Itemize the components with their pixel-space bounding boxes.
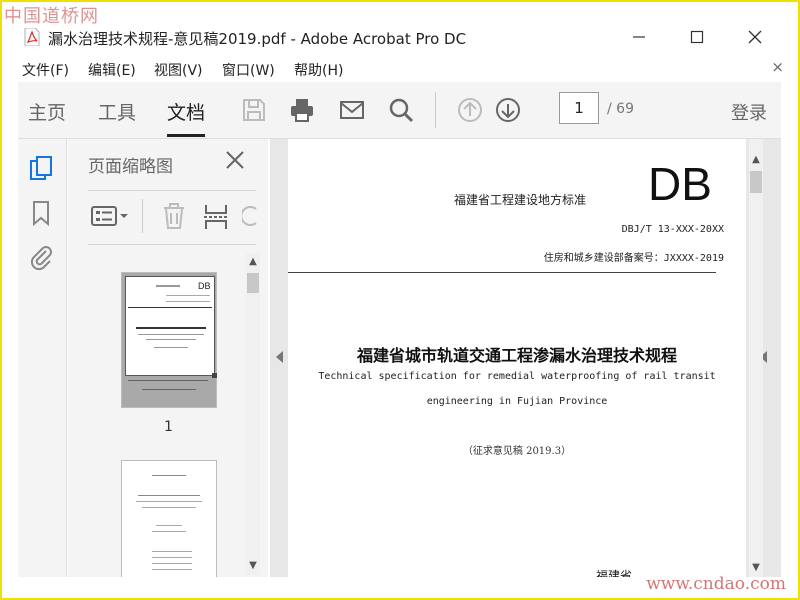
db-mark: DB xyxy=(648,158,712,210)
minimize-icon xyxy=(633,36,645,38)
thumbnail-scrollbar[interactable]: ▲ ▼ xyxy=(246,253,260,575)
document-title: 福建省城市轨道交通工程渗漏水治理技术规程 xyxy=(356,346,677,365)
rotate-icon[interactable] xyxy=(242,201,260,231)
search-icon[interactable] xyxy=(387,96,415,124)
watermark-top: 中国道桥网 xyxy=(4,6,99,27)
scroll-down-arrow[interactable]: ▼ xyxy=(749,561,763,575)
tab-document[interactable]: 文档 xyxy=(167,98,206,137)
title-bar: 漏水治理技术规程-意见稿2019.pdf - Adobe Acrobat Pro… xyxy=(2,2,798,58)
panel-divider xyxy=(88,244,256,245)
tab-home[interactable]: 主页 xyxy=(28,98,66,125)
menu-bar: 文件(F) 编辑(E) 视图(V) 窗口(W) 帮助(H) × xyxy=(2,58,798,82)
page-thumbnails-icon[interactable] xyxy=(28,155,54,183)
next-page-icon[interactable] xyxy=(494,96,522,124)
scrollbar-thumb[interactable] xyxy=(750,171,762,193)
page-bottom-fragment: 福建省 xyxy=(596,569,633,577)
menu-window[interactable]: 窗口(W) xyxy=(222,60,275,80)
menu-file[interactable]: 文件(F) xyxy=(22,60,69,80)
tab-tools[interactable]: 工具 xyxy=(98,98,136,125)
thumb-line xyxy=(154,347,188,348)
scrollbar-thumb[interactable] xyxy=(247,273,259,293)
draft-note: （征求意见稿 2019.3） xyxy=(462,446,572,457)
thumb-line xyxy=(128,380,208,381)
close-icon xyxy=(748,30,762,44)
thumb-line xyxy=(142,507,196,508)
page-number-input[interactable]: 1 xyxy=(559,92,599,124)
thumb-db-mark: DB xyxy=(198,281,211,291)
thumb-line xyxy=(142,389,196,390)
thumb-line xyxy=(156,285,180,287)
pdf-file-icon xyxy=(24,28,40,46)
menu-view[interactable]: 视图(V) xyxy=(154,60,203,80)
thumb-line xyxy=(166,301,210,302)
delete-icon[interactable] xyxy=(160,201,188,231)
thumb-resize-handle xyxy=(212,373,217,378)
navigation-rail xyxy=(18,139,67,577)
thumbnail-list: DB 1 xyxy=(68,247,268,577)
english-title-line-1: Technical specification for remedial wat… xyxy=(318,371,716,382)
panel-divider xyxy=(88,190,256,191)
collapse-left-pane-icon[interactable] xyxy=(276,351,283,363)
header-rule xyxy=(288,272,716,273)
scroll-down-arrow[interactable]: ▼ xyxy=(246,559,260,573)
thumb-line xyxy=(156,525,182,526)
thumb-line xyxy=(166,295,210,296)
watermark-bottom: www.cndao.com xyxy=(646,574,786,594)
toolbar-separator xyxy=(435,92,436,128)
page-thumbnail-2[interactable] xyxy=(122,461,216,577)
maximize-button[interactable] xyxy=(682,24,712,50)
window-title: 漏水治理技术规程-意见稿2019.pdf - Adobe Acrobat Pro… xyxy=(48,30,467,48)
thumbnails-panel: 页面缩略图 DB 1 ▲ ▼ xyxy=(68,139,268,577)
thumbnail-page-preview: DB xyxy=(125,276,217,378)
thumb-line xyxy=(152,551,192,552)
page-thumbnail-1[interactable]: DB xyxy=(122,273,217,407)
panel-tool-separator xyxy=(142,199,143,233)
print-icon[interactable] xyxy=(288,96,316,124)
record-number: 住房和城乡建设部备案号：JXXXX-2019 xyxy=(543,253,724,264)
thumb-line xyxy=(152,557,192,558)
scroll-up-arrow[interactable]: ▲ xyxy=(246,255,260,269)
thumb-line xyxy=(152,475,186,476)
toolbar: 主页 工具 文档 1 / 69 登录 xyxy=(18,82,781,139)
bookmark-icon[interactable] xyxy=(28,199,54,227)
thumbnail-page-number: 1 xyxy=(164,419,173,435)
document-scrollbar[interactable]: ▲ ▼ xyxy=(749,139,763,577)
document-viewer: 福建省工程建设地方标准 DB DBJ/T 13-XXX-20XX 住房和城乡建设… xyxy=(270,139,781,577)
standard-type: 福建省工程建设地方标准 xyxy=(454,193,587,207)
menu-edit[interactable]: 编辑(E) xyxy=(88,60,136,80)
minimize-button[interactable] xyxy=(624,24,654,50)
attachment-icon[interactable] xyxy=(28,243,54,271)
maximize-icon xyxy=(690,30,704,44)
pdf-page: 福建省工程建设地方标准 DB DBJ/T 13-XXX-20XX 住房和城乡建设… xyxy=(288,139,746,577)
standard-code: DBJ/T 13-XXX-20XX xyxy=(621,224,724,235)
thumbnail-options-icon[interactable] xyxy=(90,201,130,231)
thumb-line xyxy=(152,531,186,532)
scroll-up-arrow[interactable]: ▲ xyxy=(749,153,763,167)
email-icon[interactable] xyxy=(338,96,366,124)
thumb-line xyxy=(138,495,200,496)
close-icon[interactable] xyxy=(224,149,246,171)
thumb-line xyxy=(146,339,196,340)
page-total: / 69 xyxy=(607,101,634,117)
thumb-line xyxy=(136,501,202,502)
save-icon[interactable] xyxy=(240,96,268,124)
thumb-line xyxy=(152,563,192,564)
thumb-line xyxy=(136,327,206,329)
thumb-line xyxy=(152,569,192,570)
menu-help[interactable]: 帮助(H) xyxy=(294,60,343,80)
english-title-line-2: engineering in Fujian Province xyxy=(426,396,608,407)
panel-title: 页面缩略图 xyxy=(88,157,173,177)
prev-page-icon[interactable] xyxy=(456,96,484,124)
thumb-line xyxy=(138,334,204,335)
thumb-line xyxy=(128,307,212,308)
insert-page-icon[interactable] xyxy=(202,201,230,231)
login-button[interactable]: 登录 xyxy=(731,99,767,125)
document-close-button[interactable]: × xyxy=(771,58,784,76)
close-window-button[interactable] xyxy=(740,24,770,50)
